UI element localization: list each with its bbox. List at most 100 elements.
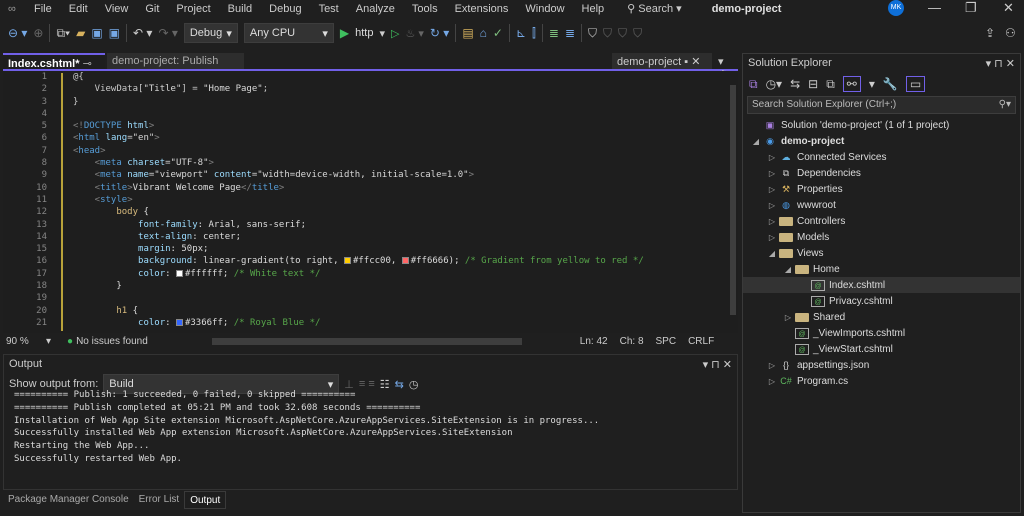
- run-without-debug-icon[interactable]: ▷: [391, 27, 399, 40]
- collapsed-icon[interactable]: ▷: [767, 153, 777, 162]
- collapsed-icon[interactable]: ▷: [767, 201, 777, 210]
- bookmark-icon[interactable]: ⛉: [588, 26, 597, 41]
- format-icon[interactable]: ⫿: [532, 26, 536, 41]
- tree-item[interactable]: @ _ViewImports.cshtml: [743, 325, 1020, 341]
- tree-item[interactable]: ◢ Views: [743, 245, 1020, 261]
- pin-icon[interactable]: ⊸: [83, 58, 92, 70]
- collapsed-icon[interactable]: ▷: [767, 233, 777, 242]
- tree-item[interactable]: ▣ Solution 'demo-project' (1 of 1 project…: [743, 117, 1020, 133]
- platform-select[interactable]: Any CPU ▾: [243, 23, 334, 43]
- collapsed-icon[interactable]: ▷: [767, 377, 777, 386]
- tree-item[interactable]: ▷ ⚒ Properties: [743, 181, 1020, 197]
- tree-item[interactable]: ▷ Controllers: [743, 213, 1020, 229]
- zoom-level[interactable]: 90 %: [6, 336, 46, 347]
- comment-icon[interactable]: ≣: [549, 26, 559, 40]
- expanded-icon[interactable]: ◢: [751, 137, 761, 146]
- collapsed-icon[interactable]: ▷: [783, 313, 793, 322]
- run-target-button[interactable]: http: [355, 27, 373, 39]
- tree-item[interactable]: ◢ ◉ demo-project: [743, 133, 1020, 149]
- redo-icon[interactable]: ↷ ▾: [158, 26, 177, 40]
- expanded-icon[interactable]: ◢: [783, 265, 793, 274]
- tab-demo-project[interactable]: demo-project ▪ ✕: [612, 53, 712, 69]
- tree-item[interactable]: ▷ {} appsettings.json: [743, 357, 1020, 373]
- menu-analyze[interactable]: Analyze: [356, 3, 395, 15]
- uncomment-icon[interactable]: ≣: [565, 26, 575, 40]
- tree-item[interactable]: ▷ ☁ Connected Services: [743, 149, 1020, 165]
- undo-icon[interactable]: ↶ ▾: [133, 26, 152, 40]
- panel-controls-icon[interactable]: ▾ ⊓ ✕: [703, 358, 732, 371]
- hot-reload-icon[interactable]: ♨ ▾: [405, 27, 423, 40]
- menu-window[interactable]: Window: [525, 3, 564, 15]
- properties-wrench-icon[interactable]: 🔧: [883, 77, 898, 91]
- tree-item[interactable]: @ _ViewStart.cshtml: [743, 341, 1020, 357]
- tab-options-icon[interactable]: ▾ ⚙: [713, 53, 738, 81]
- menu-test[interactable]: Test: [319, 3, 339, 15]
- solution-search-input[interactable]: Search Solution Explorer (Ctrl+;) ⚲▾: [747, 96, 1016, 114]
- menu-tools[interactable]: Tools: [412, 3, 438, 15]
- pending-changes-icon[interactable]: ◷▾: [766, 77, 783, 91]
- menu-build[interactable]: Build: [228, 3, 252, 15]
- run-icon[interactable]: ▶: [340, 26, 349, 40]
- collapsed-icon[interactable]: ▷: [767, 361, 777, 370]
- tree-item[interactable]: ▷ ◍ wwwroot: [743, 197, 1020, 213]
- feedback-icon[interactable]: ⚇: [1005, 26, 1016, 40]
- tree-item[interactable]: ▷ C# Program.cs: [743, 373, 1020, 389]
- menu-extensions[interactable]: Extensions: [455, 3, 509, 15]
- eol-indicator[interactable]: CRLF: [688, 336, 714, 347]
- color-swatch[interactable]: [175, 269, 183, 277]
- color-swatch[interactable]: [401, 257, 409, 265]
- tree-item[interactable]: ◢ Home: [743, 261, 1020, 277]
- close-icon[interactable]: ✕: [1003, 0, 1014, 16]
- minimize-icon[interactable]: —: [928, 0, 941, 15]
- horizontal-scrollbar[interactable]: [211, 338, 522, 345]
- tree-item[interactable]: @ Privacy.cshtml: [743, 293, 1020, 309]
- tree-item[interactable]: @ Index.cshtml: [743, 277, 1020, 293]
- color-swatch[interactable]: [175, 318, 183, 326]
- back-icon[interactable]: ⊖ ▾: [8, 26, 27, 40]
- output-text[interactable]: ========== Publish: 1 succeeded, 0 faile…: [14, 389, 599, 466]
- menu-file[interactable]: File: [34, 3, 52, 15]
- tab-publish[interactable]: demo-project: Publish: [107, 53, 244, 69]
- open-folder-icon[interactable]: ▰: [76, 26, 85, 40]
- switch-views-icon[interactable]: ⧉: [749, 77, 758, 92]
- refresh-icon[interactable]: ↻ ▾: [430, 26, 449, 40]
- code-editor[interactable]: 1 2 3 4 5 6 7 8 9 10 11 12 13 14 15 16 17 18 19 20 21 @{ Vie…: [3, 71, 738, 333]
- preview-icon[interactable]: ▭: [905, 76, 926, 92]
- collapse-all-icon[interactable]: ⊟: [808, 77, 818, 91]
- clear-bookmarks-icon[interactable]: ⛉: [633, 26, 642, 41]
- vertical-scrollbar[interactable]: [730, 85, 736, 315]
- find-in-files-icon[interactable]: ▤: [462, 26, 473, 40]
- new-project-icon[interactable]: ⧉▾: [56, 26, 70, 41]
- spaces-indicator[interactable]: SPC: [656, 336, 677, 347]
- panel-controls-icon[interactable]: ▾ ⊓ ✕: [986, 57, 1015, 70]
- tab-output[interactable]: Output: [184, 491, 227, 509]
- search-button[interactable]: ⚲ Search ▾: [627, 2, 682, 15]
- collapsed-icon[interactable]: ▷: [767, 169, 777, 178]
- save-icon[interactable]: ▣: [91, 26, 102, 40]
- show-all-files-icon[interactable]: ⧉: [826, 77, 835, 92]
- prev-bookmark-icon[interactable]: ⛉: [603, 26, 612, 41]
- code-content[interactable]: @{ ViewData["Title"] = "Home Page";} <!D…: [73, 71, 644, 329]
- track-active-icon[interactable]: ⚯: [842, 76, 861, 92]
- step-icon[interactable]: ⊾: [516, 26, 526, 40]
- menu-project[interactable]: Project: [176, 3, 210, 15]
- sync-icon[interactable]: ⇆: [790, 77, 800, 91]
- browser-link-icon[interactable]: ⌂: [480, 26, 487, 40]
- collapsed-icon[interactable]: ▷: [767, 217, 777, 226]
- share-icon[interactable]: ⇪: [985, 26, 995, 40]
- tree-item[interactable]: ▷ ⧉ Dependencies: [743, 165, 1020, 181]
- check-icon[interactable]: ✓: [493, 26, 503, 40]
- menu-help[interactable]: Help: [582, 3, 605, 15]
- tab-error-list[interactable]: Error List: [134, 491, 185, 509]
- next-bookmark-icon[interactable]: ⛉: [618, 26, 627, 41]
- menu-debug[interactable]: Debug: [269, 3, 301, 15]
- configuration-select[interactable]: Debug ▾: [183, 23, 238, 43]
- color-swatch[interactable]: [343, 257, 351, 265]
- tree-item[interactable]: ▷ Models: [743, 229, 1020, 245]
- collapsed-icon[interactable]: ▷: [767, 185, 777, 194]
- issues-status[interactable]: No issues found: [76, 336, 148, 347]
- avatar[interactable]: MK: [888, 0, 904, 16]
- menu-edit[interactable]: Edit: [69, 3, 88, 15]
- menu-view[interactable]: View: [105, 3, 129, 15]
- tab-package-manager-console[interactable]: Package Manager Console: [3, 491, 134, 509]
